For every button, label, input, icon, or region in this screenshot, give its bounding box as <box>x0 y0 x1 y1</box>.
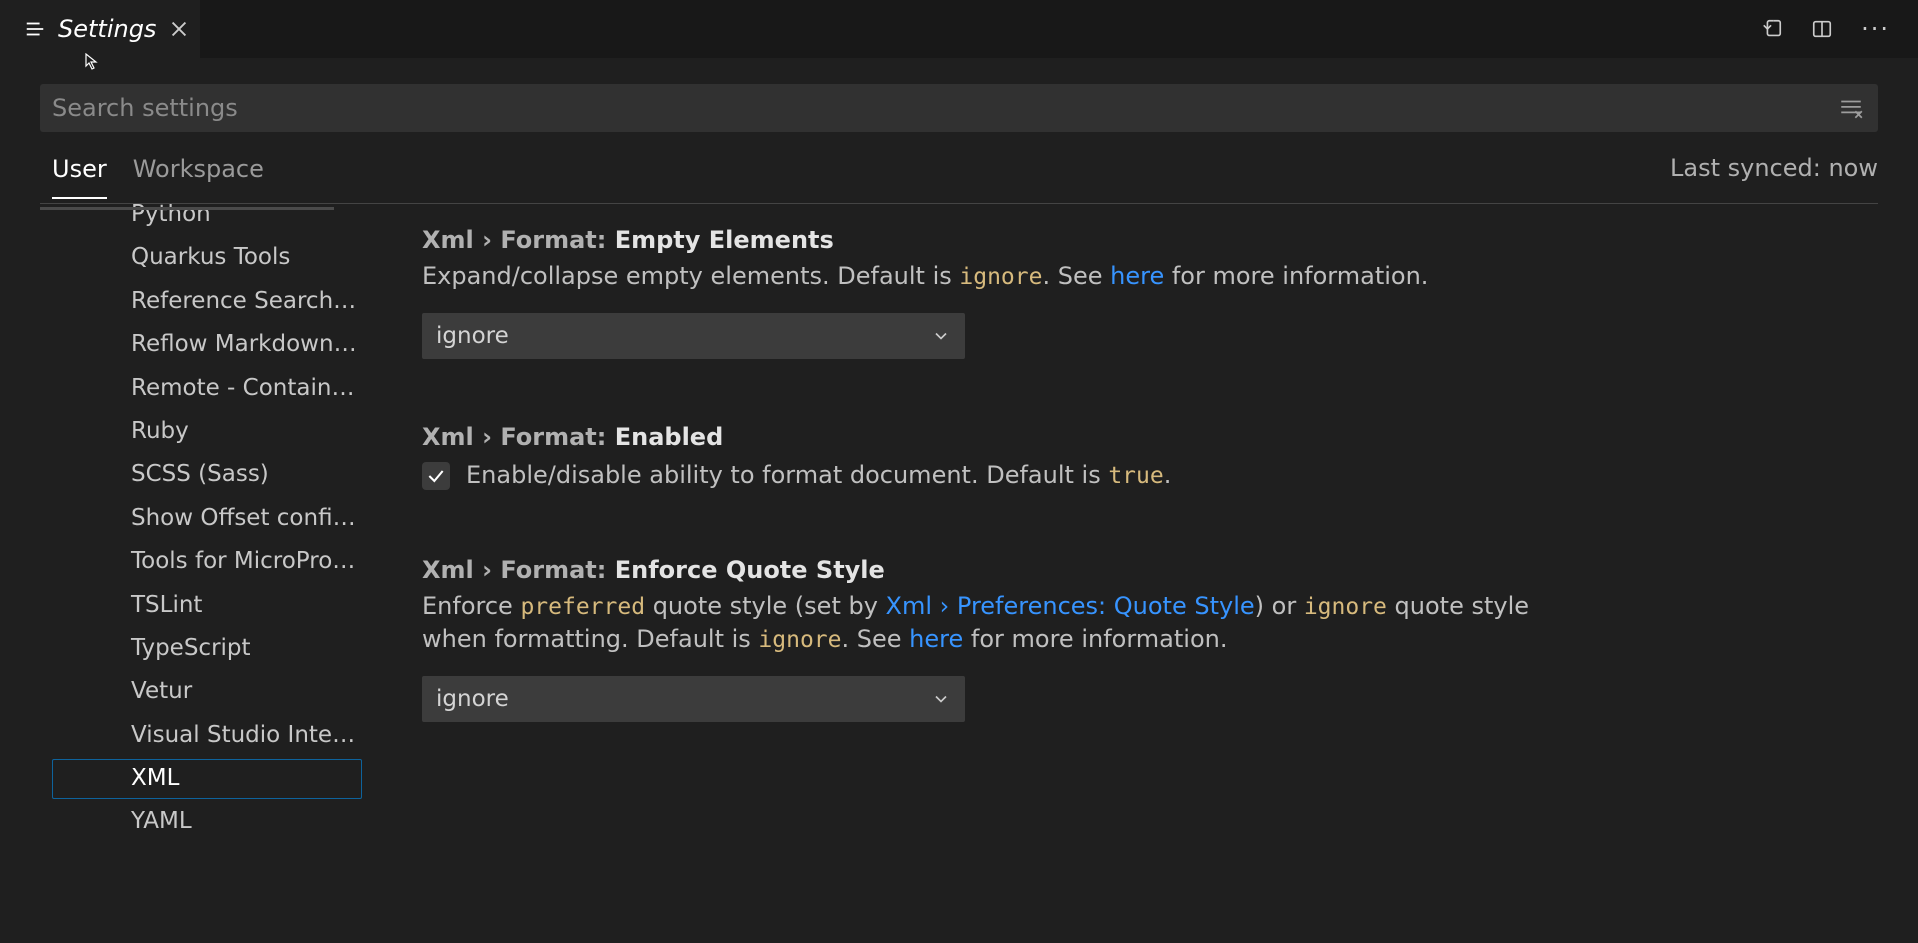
search-bar <box>40 84 1878 132</box>
clear-search-icon[interactable] <box>1838 95 1864 121</box>
setting-xml-format-enforce-quote-style: Xml › Format: Enforce Quote Style Enforc… <box>422 556 1542 722</box>
doc-link[interactable]: here <box>909 625 963 653</box>
setting-title: Xml › Format: Enabled <box>422 423 1542 451</box>
doc-link[interactable]: here <box>1110 262 1164 290</box>
tree-item-ruby[interactable]: Ruby <box>52 412 362 452</box>
more-actions-icon[interactable]: ··· <box>1861 15 1890 43</box>
tree-item-scss[interactable]: SCSS (Sass) <box>52 455 362 495</box>
tree-item-tslint[interactable]: TSLint <box>52 586 362 626</box>
tree-item-quarkus[interactable]: Quarkus Tools <box>52 238 362 278</box>
chevron-down-icon <box>931 326 951 346</box>
setting-title: Xml › Format: Enforce Quote Style <box>422 556 1542 584</box>
setting-description: Expand/collapse empty elements. Default … <box>422 260 1542 293</box>
dropdown-value: ignore <box>436 686 931 712</box>
settings-editor: User Workspace Last synced: now Python Q… <box>0 58 1918 943</box>
dropdown-enforce-quote[interactable]: ignore <box>422 676 965 722</box>
tab-title: Settings <box>58 15 156 43</box>
tab-user[interactable]: User <box>52 155 107 199</box>
dropdown-empty-elements[interactable]: ignore <box>422 313 965 359</box>
sync-status[interactable]: Last synced: now <box>1670 154 1878 182</box>
dirty-indicator-icon <box>24 18 46 40</box>
tab-settings[interactable]: Settings <box>0 0 200 58</box>
open-json-icon[interactable] <box>1761 18 1783 40</box>
sidebar-scrollbar[interactable] <box>40 207 334 210</box>
setting-xml-format-enabled: Xml › Format: Enabled Enable/disable abi… <box>422 423 1542 492</box>
tree-item-show-offset[interactable]: Show Offset configuration <box>52 499 362 539</box>
tree-item-intellicode[interactable]: Visual Studio IntelliCode <box>52 716 362 756</box>
tree-item-microprofile[interactable]: Tools for MicroProfile <box>52 542 362 582</box>
pref-link[interactable]: Xml › Preferences: Quote Style <box>886 592 1255 620</box>
checkbox-enabled[interactable] <box>422 462 450 490</box>
search-input[interactable] <box>50 94 1838 122</box>
tab-bar-actions: ··· <box>1761 0 1918 58</box>
scope-row: User Workspace Last synced: now <box>40 132 1878 204</box>
tree-item-yaml[interactable]: YAML <box>52 802 362 842</box>
chevron-down-icon <box>931 689 951 709</box>
tree-item-reflow-markdown[interactable]: Reflow Markdown Extension <box>52 325 362 365</box>
setting-description: Enable/disable ability to format documen… <box>466 459 1171 492</box>
setting-title: Xml › Format: Empty Elements <box>422 226 1542 254</box>
setting-description: Enforce preferred quote style (set by Xm… <box>422 590 1542 656</box>
settings-tree: Python Quarkus Tools Reference Search Vi… <box>40 204 362 903</box>
close-icon[interactable] <box>168 18 190 40</box>
split-editor-icon[interactable] <box>1811 18 1833 40</box>
tree-item-remote-containers[interactable]: Remote - Containers <box>52 369 362 409</box>
tree-item-reference-search[interactable]: Reference Search View <box>52 282 362 322</box>
tab-bar: Settings ··· <box>0 0 1918 58</box>
setting-xml-format-empty-elements: Xml › Format: Empty Elements Expand/coll… <box>422 226 1542 359</box>
dropdown-value: ignore <box>436 323 931 349</box>
tab-workspace[interactable]: Workspace <box>133 155 264 199</box>
settings-list: Xml › Format: Empty Elements Expand/coll… <box>362 204 1878 903</box>
tree-item-xml[interactable]: XML <box>52 759 362 799</box>
tree-item-vetur[interactable]: Vetur <box>52 672 362 712</box>
tree-item-typescript[interactable]: TypeScript <box>52 629 362 669</box>
